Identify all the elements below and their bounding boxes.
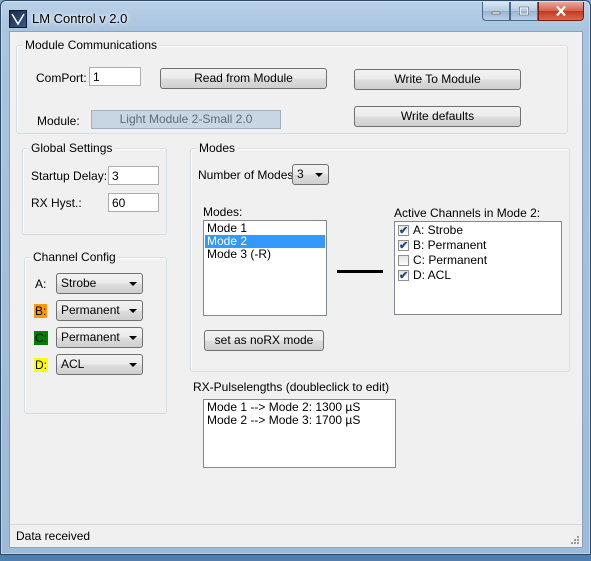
channel-a-label: A:	[35, 277, 47, 291]
number-of-modes-label: Number of Modes:	[198, 168, 297, 182]
channel-d-select[interactable]: ACL	[56, 354, 143, 375]
close-icon	[556, 5, 566, 17]
set-norx-mode-button[interactable]: set as noRX mode	[204, 330, 324, 351]
comport-input[interactable]: 1	[89, 67, 141, 86]
mode-list-item[interactable]: Mode 3 (-R)	[205, 248, 325, 261]
active-channels-listbox[interactable]: ✔ A: Strobe ✔ B: Permanent C: Permanent ✔ D: A…	[394, 221, 562, 315]
comport-label: ComPort:	[36, 71, 87, 85]
startup-delay-input[interactable]: 3	[108, 166, 159, 185]
channel-b-label: B:	[34, 304, 48, 318]
checkbox[interactable]: ✔	[398, 240, 409, 252]
rx-pulselengths-listbox[interactable]: Mode 1 --> Mode 2: 1300 µS Mode 2 --> Mod…	[203, 399, 396, 468]
maximize-icon	[519, 6, 529, 16]
checkmark-icon: ✔	[399, 270, 409, 282]
checkbox[interactable]	[398, 255, 409, 266]
read-from-module-button[interactable]: Read from Module	[160, 68, 327, 89]
chevron-down-icon	[315, 173, 323, 177]
module-communications-title: Module Communications	[23, 38, 160, 52]
channel-config-title: Channel Config	[31, 250, 118, 264]
channel-d-value: ACL	[61, 357, 85, 371]
channel-b-value: Permanent	[61, 303, 120, 317]
window-title: LM Control v 2.0	[32, 11, 128, 26]
checkmark-icon: ✔	[399, 240, 409, 252]
channel-c-select[interactable]: Permanent	[56, 327, 143, 348]
active-channel-label: C: Permanent	[413, 253, 488, 267]
title-bar[interactable]: LM Control v 2.0	[1, 1, 590, 31]
chevron-down-icon	[129, 282, 137, 286]
active-channel-item[interactable]: C: Permanent	[396, 253, 560, 268]
mode-divider-dash	[337, 270, 383, 273]
app-window: LM Control v 2.0 Module Communications C…	[0, 0, 591, 555]
active-channels-label: Active Channels in Mode 2:	[394, 206, 541, 220]
resize-grip-icon[interactable]	[569, 534, 580, 545]
channel-c-value: Permanent	[61, 330, 120, 344]
rx-pulselength-item[interactable]: Mode 2 --> Mode 3: 1700 µS	[205, 414, 394, 427]
active-channel-label: A: Strobe	[413, 223, 464, 237]
channel-a-value: Strobe	[61, 276, 97, 290]
rx-hyst-label: RX Hyst.:	[31, 196, 82, 210]
channel-d-label: D:	[34, 358, 48, 372]
startup-delay-label: Startup Delay:	[31, 169, 108, 183]
checkmark-icon: ✔	[399, 225, 409, 237]
active-channel-item[interactable]: ✔ A: Strobe	[396, 223, 560, 238]
modes-list-label: Modes:	[203, 205, 243, 219]
checkbox[interactable]: ✔	[398, 270, 409, 282]
status-text: Data received	[16, 529, 91, 543]
modes-listbox[interactable]: Mode 1 Mode 2 Mode 3 (-R)	[203, 220, 327, 316]
module-name-field: Light Module 2-Small 2.0	[91, 110, 281, 129]
channel-b-select[interactable]: Permanent	[56, 300, 143, 321]
number-of-modes-select[interactable]: 3	[292, 164, 329, 185]
write-defaults-button[interactable]: Write defaults	[354, 106, 521, 127]
active-channel-label: B: Permanent	[413, 238, 487, 252]
channel-c-label: C:	[34, 331, 48, 345]
client-area: Module Communications ComPort: 1 Read fr…	[9, 31, 583, 548]
write-to-module-button[interactable]: Write To Module	[354, 69, 521, 90]
module-label: Module:	[37, 114, 80, 128]
active-channel-item[interactable]: ✔ D: ACL	[396, 268, 560, 283]
active-channel-item[interactable]: ✔ B: Permanent	[396, 238, 560, 253]
global-settings-group: Global Settings	[22, 141, 167, 235]
close-button[interactable]	[538, 2, 584, 21]
chevron-down-icon	[129, 363, 137, 367]
checkbox[interactable]: ✔	[398, 225, 409, 237]
global-settings-title: Global Settings	[29, 141, 115, 155]
chevron-down-icon	[129, 336, 137, 340]
rx-hyst-input[interactable]: 60	[108, 193, 159, 212]
minimize-button[interactable]	[482, 2, 510, 21]
maximize-button[interactable]	[510, 2, 538, 21]
chevron-down-icon	[129, 309, 137, 313]
minimize-icon	[491, 11, 501, 15]
number-of-modes-value: 3	[297, 167, 304, 181]
app-icon[interactable]	[9, 10, 27, 28]
rx-pulselengths-title: RX-Pulselengths (doubleclick to edit)	[191, 380, 392, 394]
active-channel-label: D: ACL	[413, 268, 452, 282]
status-bar: Data received	[10, 524, 582, 547]
modes-title: Modes	[197, 141, 238, 155]
channel-a-select[interactable]: Strobe	[56, 273, 143, 294]
